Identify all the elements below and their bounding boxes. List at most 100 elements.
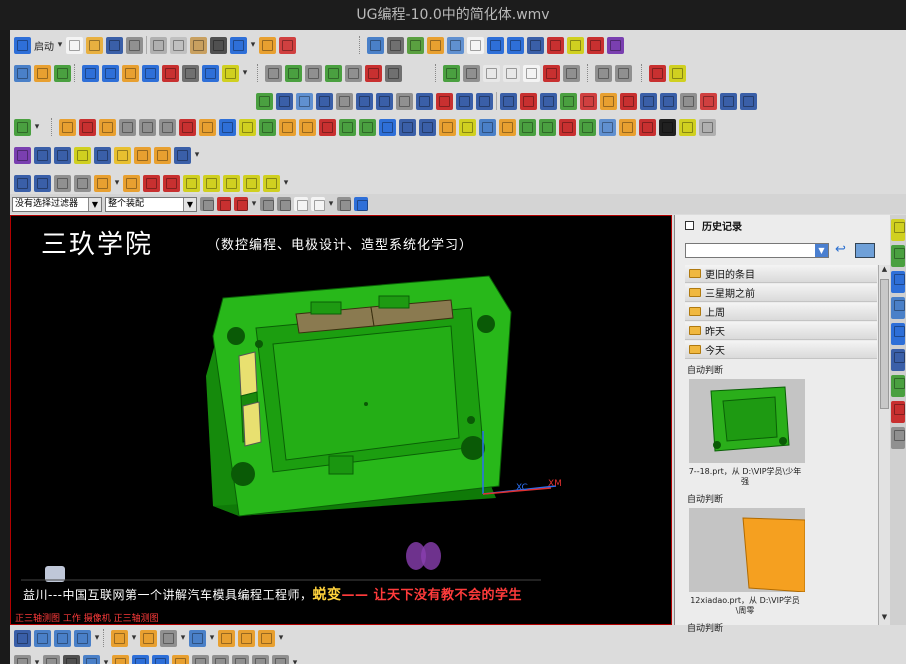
back-arrow-icon[interactable]: ↩ <box>835 243 849 257</box>
chevron-down-icon[interactable]: ▾ <box>283 178 289 188</box>
view-icon[interactable] <box>447 36 464 54</box>
datum-icon[interactable] <box>179 118 196 136</box>
chevron-down-icon[interactable]: ▾ <box>278 633 284 643</box>
web-browser-icon[interactable] <box>891 323 905 345</box>
chevron-down-icon[interactable]: ▾ <box>250 40 256 50</box>
chevron-down-icon[interactable]: ▾ <box>94 633 100 643</box>
paste-icon[interactable] <box>190 36 207 54</box>
swept-icon[interactable] <box>74 146 91 164</box>
light-icon[interactable] <box>427 36 444 54</box>
history-entry-caption[interactable]: 12xiadao.prt，从 D:\VIP学员\周零 <box>685 592 805 618</box>
cross-section-icon[interactable] <box>740 92 757 110</box>
bounded-plane-icon[interactable] <box>94 146 111 164</box>
electrode-icon[interactable] <box>243 174 260 192</box>
wcs-origin-icon[interactable] <box>74 629 91 647</box>
history-group-today[interactable]: 今天 <box>685 341 877 359</box>
reuse-library-icon[interactable] <box>891 271 905 293</box>
chevron-down-icon[interactable]: ▼ <box>88 197 101 211</box>
pick-point-icon[interactable] <box>234 197 248 211</box>
settings-icon[interactable] <box>272 654 289 664</box>
attribute-icon[interactable] <box>54 64 71 82</box>
chevron-down-icon[interactable]: ▾ <box>328 199 334 209</box>
chevron-down-icon[interactable]: ▾ <box>114 178 120 188</box>
thicken-icon[interactable] <box>499 118 516 136</box>
constraint-icon[interactable] <box>615 64 632 82</box>
styled-blend-icon[interactable] <box>154 146 171 164</box>
region-icon[interactable] <box>640 92 657 110</box>
pin-checkbox[interactable] <box>685 220 694 230</box>
assembly-navigator-icon[interactable] <box>891 219 905 241</box>
hide-icon[interactable] <box>63 654 80 664</box>
system-scenes-icon[interactable] <box>891 427 905 449</box>
join-curve-icon[interactable] <box>365 64 382 82</box>
chevron-down-icon[interactable]: ▾ <box>209 633 215 643</box>
pmi-icon[interactable] <box>500 92 517 110</box>
subtract-icon[interactable] <box>379 118 396 136</box>
mold-model[interactable]: XC XM <box>11 216 671 624</box>
move-object-icon[interactable] <box>83 654 100 664</box>
stretch-icon[interactable] <box>345 64 362 82</box>
cover-icon[interactable] <box>560 92 577 110</box>
tube-icon[interactable] <box>218 629 235 647</box>
history-group-older[interactable]: 更旧的条目 <box>685 265 877 283</box>
project-curve-icon[interactable] <box>385 64 402 82</box>
scroll-down-icon[interactable]: ▼ <box>879 613 890 625</box>
offset-face-icon[interactable] <box>519 118 536 136</box>
move-face-icon[interactable] <box>276 92 293 110</box>
through-curves-icon[interactable] <box>34 146 51 164</box>
feature-select-icon[interactable] <box>217 197 231 211</box>
select-mode-icon[interactable] <box>14 629 31 647</box>
transform-icon[interactable] <box>43 654 60 664</box>
wcs-display-icon[interactable] <box>54 629 71 647</box>
new-file-icon[interactable] <box>66 36 83 54</box>
cone-icon[interactable] <box>279 118 296 136</box>
history-group-yesterday[interactable]: 昨天 <box>685 322 877 340</box>
pull-face-icon[interactable] <box>296 92 313 110</box>
rectangle-icon[interactable] <box>162 64 179 82</box>
edge-blend-icon[interactable] <box>199 118 216 136</box>
scroll-up-icon[interactable]: ▲ <box>879 265 890 277</box>
fillet-edit-icon[interactable] <box>232 654 249 664</box>
wrap-icon[interactable] <box>34 64 51 82</box>
toolbar-grip[interactable] <box>641 64 644 82</box>
hole-icon[interactable] <box>99 118 116 136</box>
layout-cavity-icon[interactable] <box>74 174 91 192</box>
bom-icon[interactable] <box>263 174 280 192</box>
cylinder-icon[interactable] <box>259 118 276 136</box>
repeat-command-icon[interactable] <box>259 36 276 54</box>
offset-curve-icon[interactable] <box>265 64 282 82</box>
toolbar-grip[interactable] <box>587 64 590 82</box>
hatch-icon[interactable] <box>483 64 500 82</box>
cut-face-icon[interactable] <box>416 92 433 110</box>
revolve-icon[interactable] <box>79 118 96 136</box>
text-icon[interactable] <box>202 64 219 82</box>
selection-scope-dropdown[interactable]: 整个装配 ▼ <box>105 196 197 212</box>
color-icon[interactable] <box>111 629 128 647</box>
save-icon[interactable] <box>106 36 123 54</box>
draft-icon[interactable] <box>319 118 336 136</box>
history-group-last-week[interactable]: 上周 <box>685 303 877 321</box>
pad-icon[interactable] <box>159 118 176 136</box>
sphere-icon[interactable] <box>299 118 316 136</box>
delete-icon[interactable] <box>210 36 227 54</box>
image-view-icon[interactable] <box>855 243 875 258</box>
curve-length-icon[interactable] <box>463 64 480 82</box>
label-icon[interactable] <box>620 92 637 110</box>
replace-face-icon[interactable] <box>336 92 353 110</box>
check-geometry-icon[interactable] <box>14 118 31 136</box>
insert-icon[interactable] <box>163 174 180 192</box>
gate-icon[interactable] <box>183 174 200 192</box>
layout-icon[interactable] <box>367 36 384 54</box>
select-icon[interactable] <box>279 36 296 54</box>
section-icon[interactable] <box>487 36 504 54</box>
toolbar-grip[interactable] <box>359 36 362 54</box>
pattern-feature-icon[interactable] <box>579 118 596 136</box>
toolbar-grip[interactable] <box>257 64 260 82</box>
process-studio-icon[interactable] <box>891 375 905 397</box>
pattern-face-icon[interactable] <box>476 92 493 110</box>
body-icon[interactable] <box>540 92 557 110</box>
move-handle-icon[interactable] <box>192 654 209 664</box>
workpiece-icon[interactable] <box>94 174 111 192</box>
chevron-down-icon[interactable]: ▾ <box>194 150 200 160</box>
table-view-icon[interactable] <box>172 654 189 664</box>
